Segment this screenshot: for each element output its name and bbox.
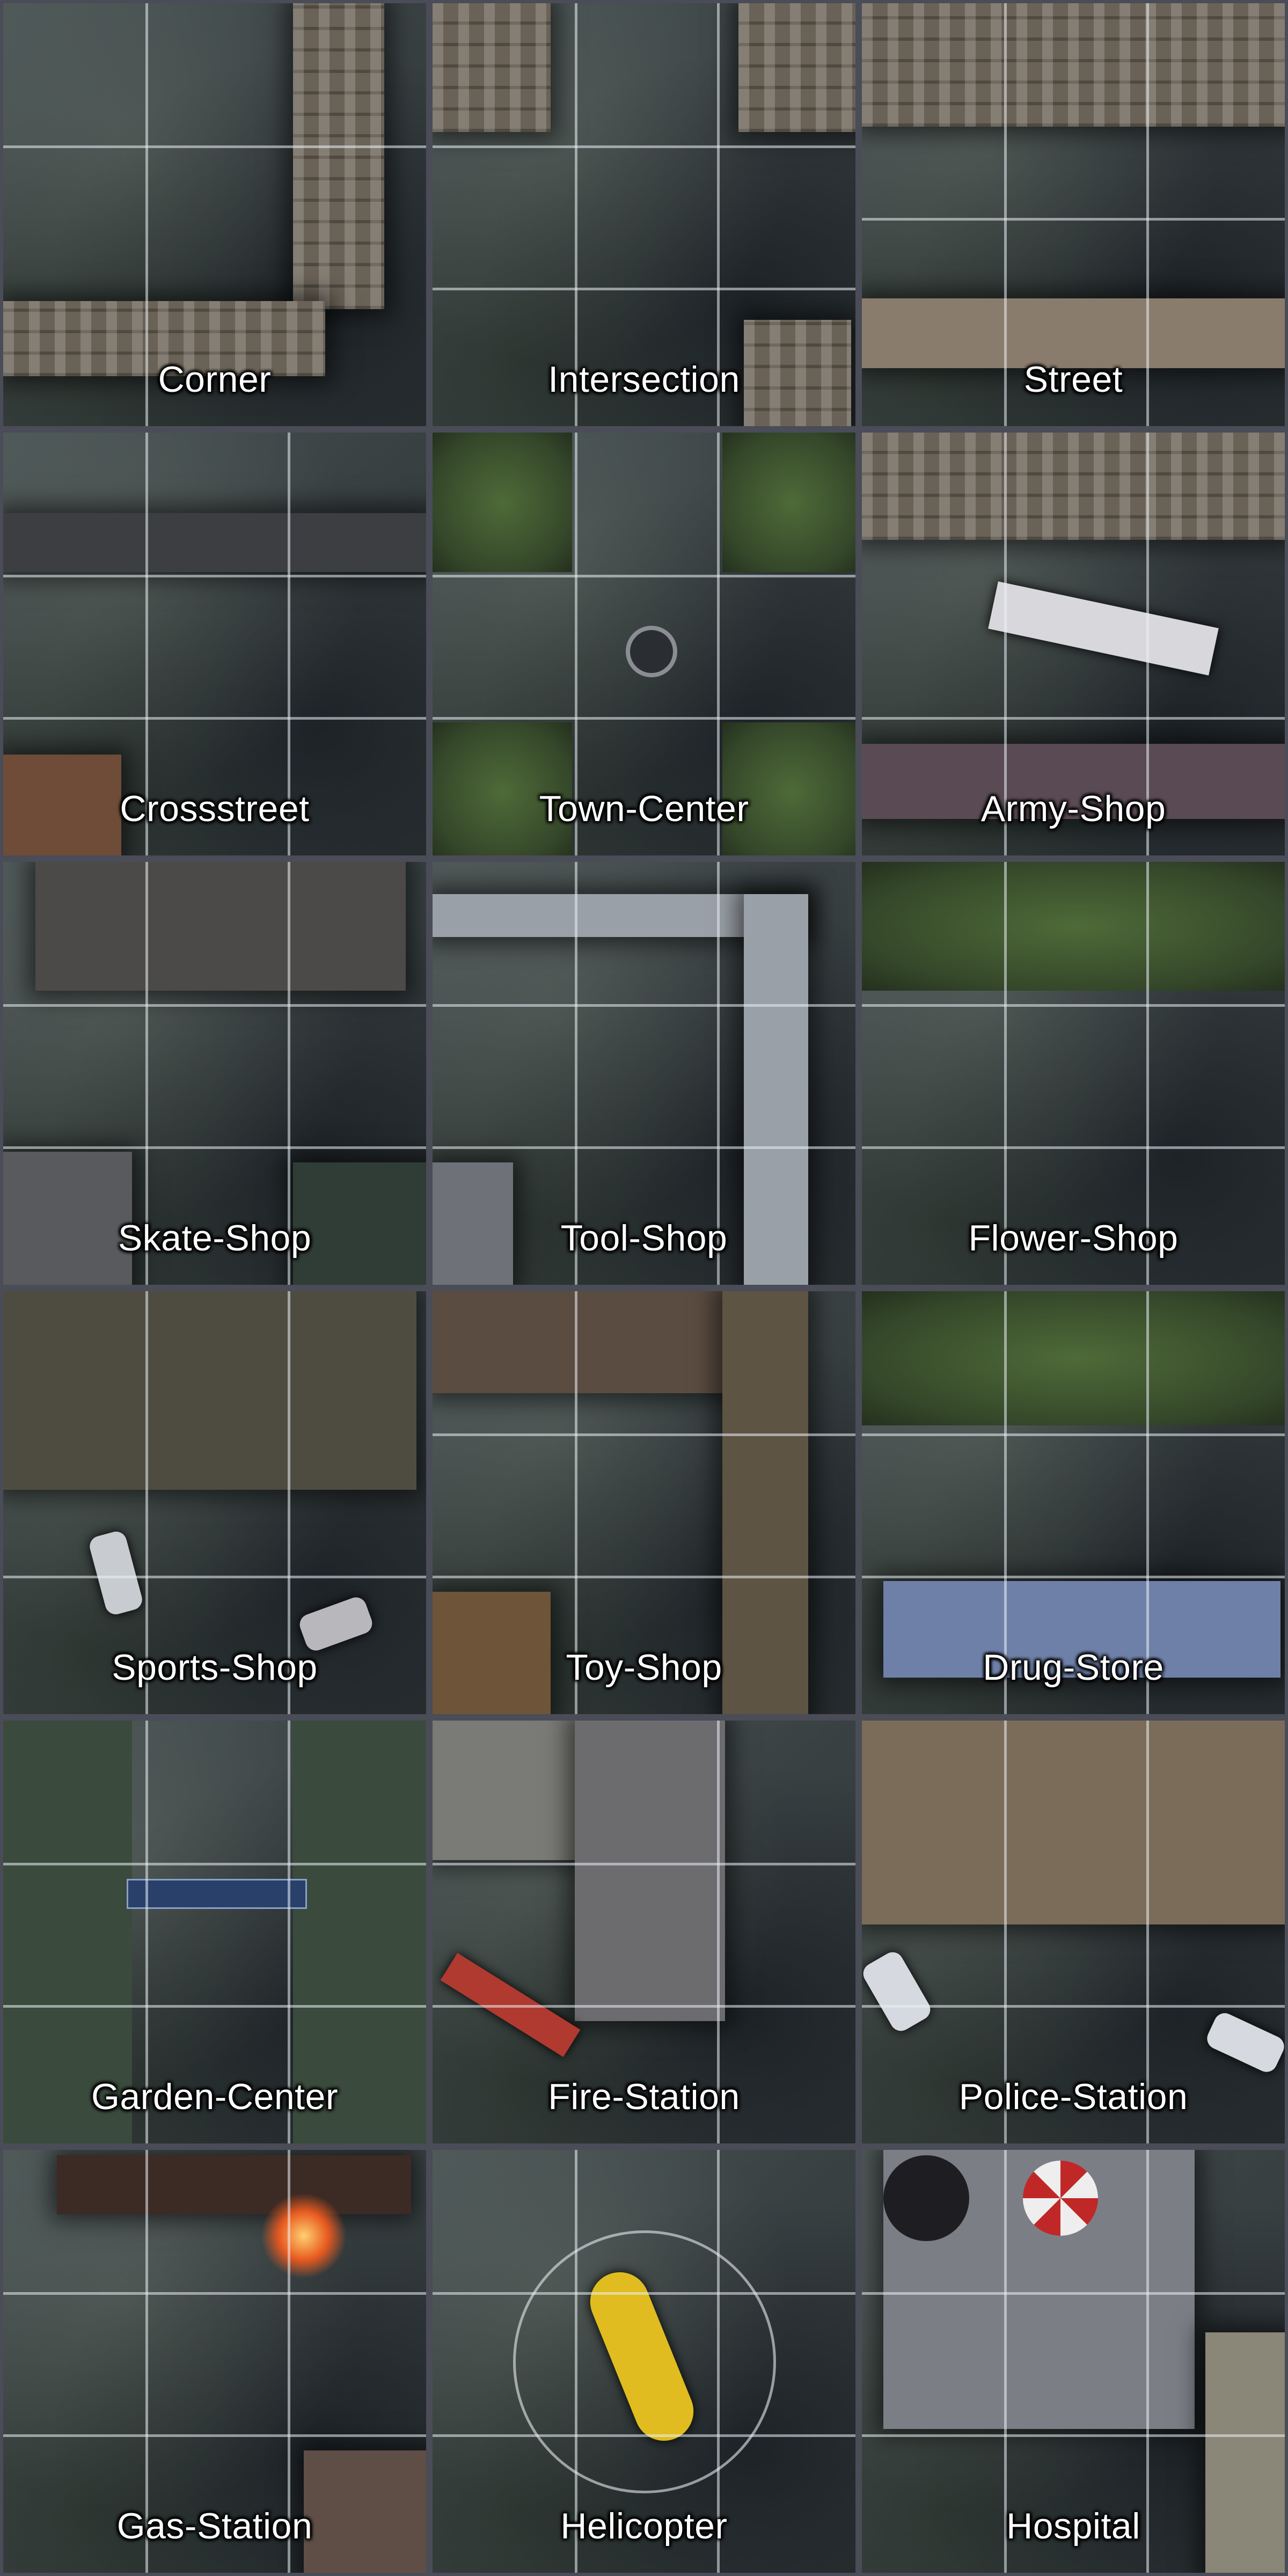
building — [862, 1721, 1285, 1924]
tile-drug-store[interactable]: Drug-Store — [859, 1288, 1288, 1717]
tile-label: Toy-Shop — [566, 1647, 722, 1688]
building — [433, 1721, 577, 1860]
tile-label: Town-Center — [539, 788, 749, 829]
tile-label: Hospital — [1006, 2506, 1140, 2546]
tile-grid: Corner Intersection Street Crossstreet T… — [0, 0, 1288, 2576]
tile-toy-shop[interactable]: Toy-Shop — [429, 1288, 859, 1717]
tile-label: Drug-Store — [983, 1647, 1164, 1688]
police-car-icon — [862, 1948, 934, 2035]
tile-label: Crossstreet — [120, 788, 310, 829]
tile-label: Corner — [158, 359, 272, 400]
tile-label: Sports-Shop — [112, 1647, 318, 1688]
tile-army-shop[interactable]: Army-Shop — [859, 429, 1288, 859]
tile-fire-station[interactable]: Fire-Station — [429, 1717, 859, 2147]
tile-hospital[interactable]: Hospital — [859, 2147, 1288, 2576]
tile-crossstreet[interactable]: Crossstreet — [0, 429, 429, 859]
tile-sports-shop[interactable]: Sports-Shop — [0, 1288, 429, 1717]
tile-label: Tool-Shop — [560, 1218, 728, 1258]
tile-flower-shop[interactable]: Flower-Shop — [859, 859, 1288, 1288]
tile-label: Flower-Shop — [968, 1218, 1179, 1258]
car-icon — [87, 1529, 145, 1617]
park — [722, 433, 855, 572]
building — [862, 433, 1285, 540]
park — [433, 433, 572, 572]
tile-label: Gas-Station — [116, 2506, 313, 2546]
gas-station-canopy — [57, 2155, 411, 2214]
tile-label: Police-Station — [958, 2076, 1188, 2117]
tile-intersection[interactable]: Intersection — [429, 0, 859, 429]
tile-label: Garden-Center — [91, 2076, 339, 2117]
tile-label: Skate-Shop — [118, 1218, 312, 1258]
helipad-icon — [883, 2155, 969, 2241]
car-icon — [296, 1594, 376, 1654]
police-car-icon — [1203, 2009, 1285, 2076]
umbrella-logo-icon — [1023, 2161, 1098, 2236]
building — [3, 1291, 416, 1490]
building — [862, 298, 1285, 368]
building — [35, 862, 406, 991]
building — [862, 3, 1285, 127]
tile-town-center[interactable]: Town-Center — [429, 429, 859, 859]
tile-gas-station[interactable]: Gas-Station — [0, 2147, 429, 2576]
tile-helicopter[interactable]: Helicopter — [429, 2147, 859, 2576]
building — [575, 1721, 725, 2021]
building — [293, 3, 384, 309]
tile-label: Helicopter — [560, 2506, 728, 2546]
building — [738, 3, 855, 132]
tile-street[interactable]: Street — [859, 0, 1288, 429]
tile-garden-center[interactable]: Garden-Center — [0, 1717, 429, 2147]
truck-icon — [988, 581, 1219, 676]
garden-market-sign — [127, 1879, 307, 1909]
fountain-icon — [626, 626, 677, 677]
tile-label: Army-Shop — [980, 788, 1166, 829]
flower-bed — [862, 862, 1285, 991]
tile-police-station[interactable]: Police-Station — [859, 1717, 1288, 2147]
building — [433, 1291, 733, 1393]
lawn — [862, 1291, 1285, 1425]
building — [433, 3, 551, 132]
tile-label: Intersection — [548, 359, 740, 400]
tile-corner[interactable]: Corner — [0, 0, 429, 429]
tile-label: Fire-Station — [548, 2076, 740, 2117]
fire-icon — [261, 2193, 347, 2279]
building — [3, 513, 426, 572]
tile-skate-shop[interactable]: Skate-Shop — [0, 859, 429, 1288]
tile-tool-shop[interactable]: Tool-Shop — [429, 859, 859, 1288]
tile-label: Street — [1023, 359, 1123, 400]
